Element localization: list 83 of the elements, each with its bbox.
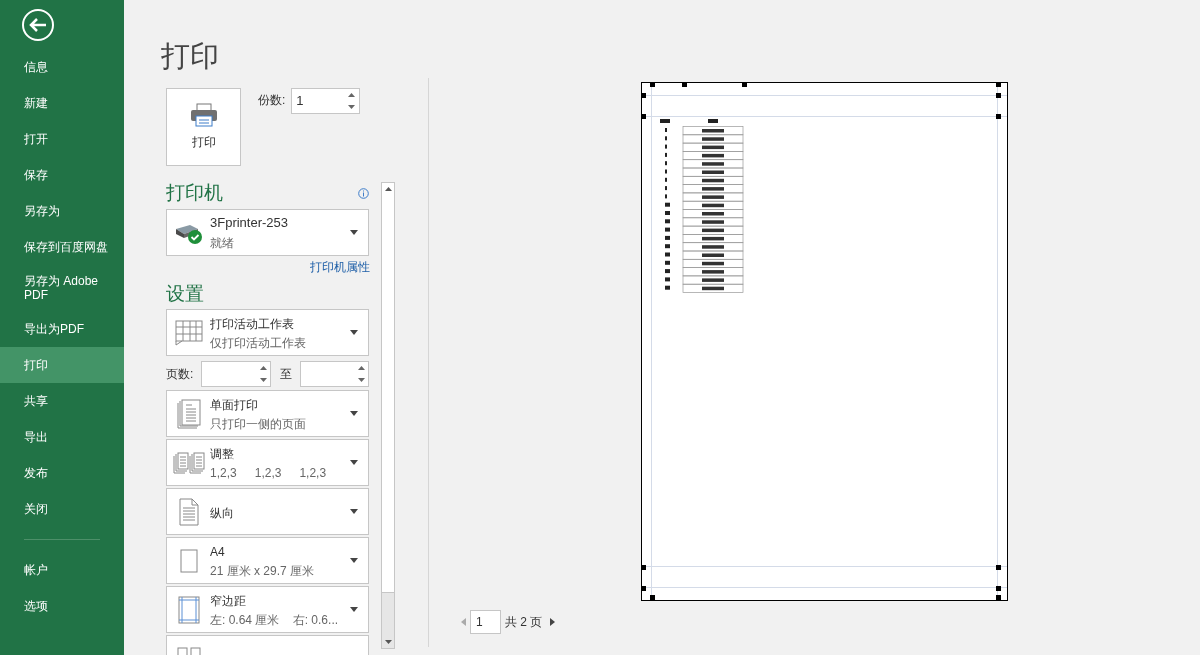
margin-handle[interactable] <box>650 82 655 87</box>
margin-handle[interactable] <box>996 114 1001 119</box>
setting-title: A4 <box>210 543 226 561</box>
nav-item[interactable]: 新建 <box>0 85 124 121</box>
portrait-page-icon <box>178 497 199 526</box>
next-page-icon[interactable] <box>550 618 556 626</box>
nav-item[interactable]: 帐户 <box>0 552 124 588</box>
copies-field[interactable]: 1 <box>291 88 361 114</box>
margin-handle[interactable] <box>996 565 1001 570</box>
spinner-arrows-icon[interactable] <box>260 365 267 383</box>
setting-subtitle: 只打印一侧的页面 <box>210 415 307 433</box>
setting-dropdown[interactable]: 纵向 <box>166 488 369 535</box>
dropdown-caret-icon <box>350 230 358 235</box>
document-pages-icon <box>176 398 201 429</box>
setting-title: 打印活动工作表 <box>210 315 295 333</box>
setting-dropdown[interactable]: 调整 1,2,3 1,2,3 1,2,3 <box>166 439 369 486</box>
copies-label: 份数: <box>258 92 286 109</box>
margin-handle[interactable] <box>641 114 646 119</box>
printer-status: 就绪 <box>210 234 235 252</box>
printer-icon <box>189 103 218 127</box>
nav-item[interactable]: 另存为 Adobe PDF <box>0 265 124 311</box>
setting-dropdown[interactable]: 窄边距 左: 0.64 厘米 右: 0.6... <box>166 586 369 633</box>
section-heading: 设置 <box>166 282 205 306</box>
page-number-field[interactable]: 1 <box>470 610 501 634</box>
collate-order: 1,2,3 <box>299 464 327 482</box>
nav-item[interactable]: 保存到百度网盘 <box>0 229 124 265</box>
setting-dropdown[interactable]: 单面打印 只打印一侧的页面 <box>166 390 369 437</box>
nav-item[interactable]: 共享 <box>0 383 124 419</box>
page-from-field[interactable] <box>201 361 271 387</box>
collated-pages-icon <box>172 451 205 474</box>
section-heading: 打印机 <box>166 181 223 205</box>
nav-item[interactable]: 发布 <box>0 455 124 491</box>
setting-title: 窄边距 <box>210 592 247 610</box>
dropdown-caret-icon <box>350 558 358 563</box>
scroll-up-icon[interactable] <box>384 187 392 191</box>
margin-handle[interactable] <box>996 82 1001 87</box>
dropdown-caret-icon <box>350 509 358 514</box>
print-button[interactable]: 打印 <box>166 88 241 166</box>
margin-handle[interactable] <box>742 82 747 87</box>
printer-properties-link[interactable]: 打印机属性 <box>310 260 370 274</box>
dropdown-caret-icon <box>350 607 358 612</box>
spinner-arrows-icon[interactable] <box>348 92 356 110</box>
collate-order: 1,2,3 <box>254 464 282 482</box>
page-count: 共 2 页 <box>505 614 543 631</box>
setting-title: 调整 <box>210 445 235 463</box>
setting-subtitle: 21 厘米 x 29.7 厘米 <box>210 562 316 580</box>
nav-item[interactable]: 保存 <box>0 157 124 193</box>
nav-item[interactable]: 信息 <box>0 49 124 85</box>
setting-subtitle: 左: 0.64 厘米 右: 0.6... <box>210 611 340 629</box>
page-title: 打印 <box>161 39 220 74</box>
nav-item[interactable]: 选项 <box>0 588 124 624</box>
setting-subtitle: 仅打印活动工作表 <box>210 334 307 352</box>
page-margins-icon <box>177 595 200 624</box>
previous-page-icon[interactable] <box>461 618 466 626</box>
page-to-field[interactable] <box>300 361 369 387</box>
dropdown-caret-icon <box>350 411 358 416</box>
dropdown-caret-icon <box>350 330 358 335</box>
margin-handle[interactable] <box>641 93 646 98</box>
scrollbar[interactable] <box>381 182 395 649</box>
to-label: 至 <box>278 366 293 383</box>
nav-item[interactable]: 打开 <box>0 121 124 157</box>
setting-title: 单面打印 <box>210 396 259 414</box>
setting-title: 纵向 <box>210 504 235 522</box>
nav-item[interactable]: 打印 <box>0 347 124 383</box>
margin-handle[interactable] <box>996 93 1001 98</box>
margin-handle[interactable] <box>682 82 687 87</box>
setting-dropdown[interactable]: A4 21 厘米 x 29.7 厘米 <box>166 537 369 584</box>
nav-item[interactable]: 关闭 <box>0 491 124 527</box>
nav-item[interactable]: 另存为 <box>0 193 124 229</box>
blank-page-icon <box>179 548 198 573</box>
printer-name: 3Fprinter-253 <box>210 213 290 232</box>
margin-handle[interactable] <box>641 565 646 570</box>
printer-dropdown[interactable]: 3Fprinter-253 就绪 <box>166 209 369 256</box>
collate-order: 1,2,3 <box>210 464 237 482</box>
setting-dropdown[interactable]: 打印活动工作表 仅打印活动工作表 <box>166 309 369 356</box>
scroll-down-icon[interactable] <box>384 640 392 644</box>
dropdown-caret-icon <box>350 460 358 465</box>
nav-item[interactable]: 导出 <box>0 419 124 455</box>
spinner-arrows-icon[interactable] <box>358 365 365 383</box>
worksheet-grid-icon <box>174 319 203 346</box>
pages-label: 页数: <box>166 366 195 383</box>
info-icon[interactable] <box>358 187 369 199</box>
nav-item[interactable]: 导出为PDF <box>0 311 124 347</box>
